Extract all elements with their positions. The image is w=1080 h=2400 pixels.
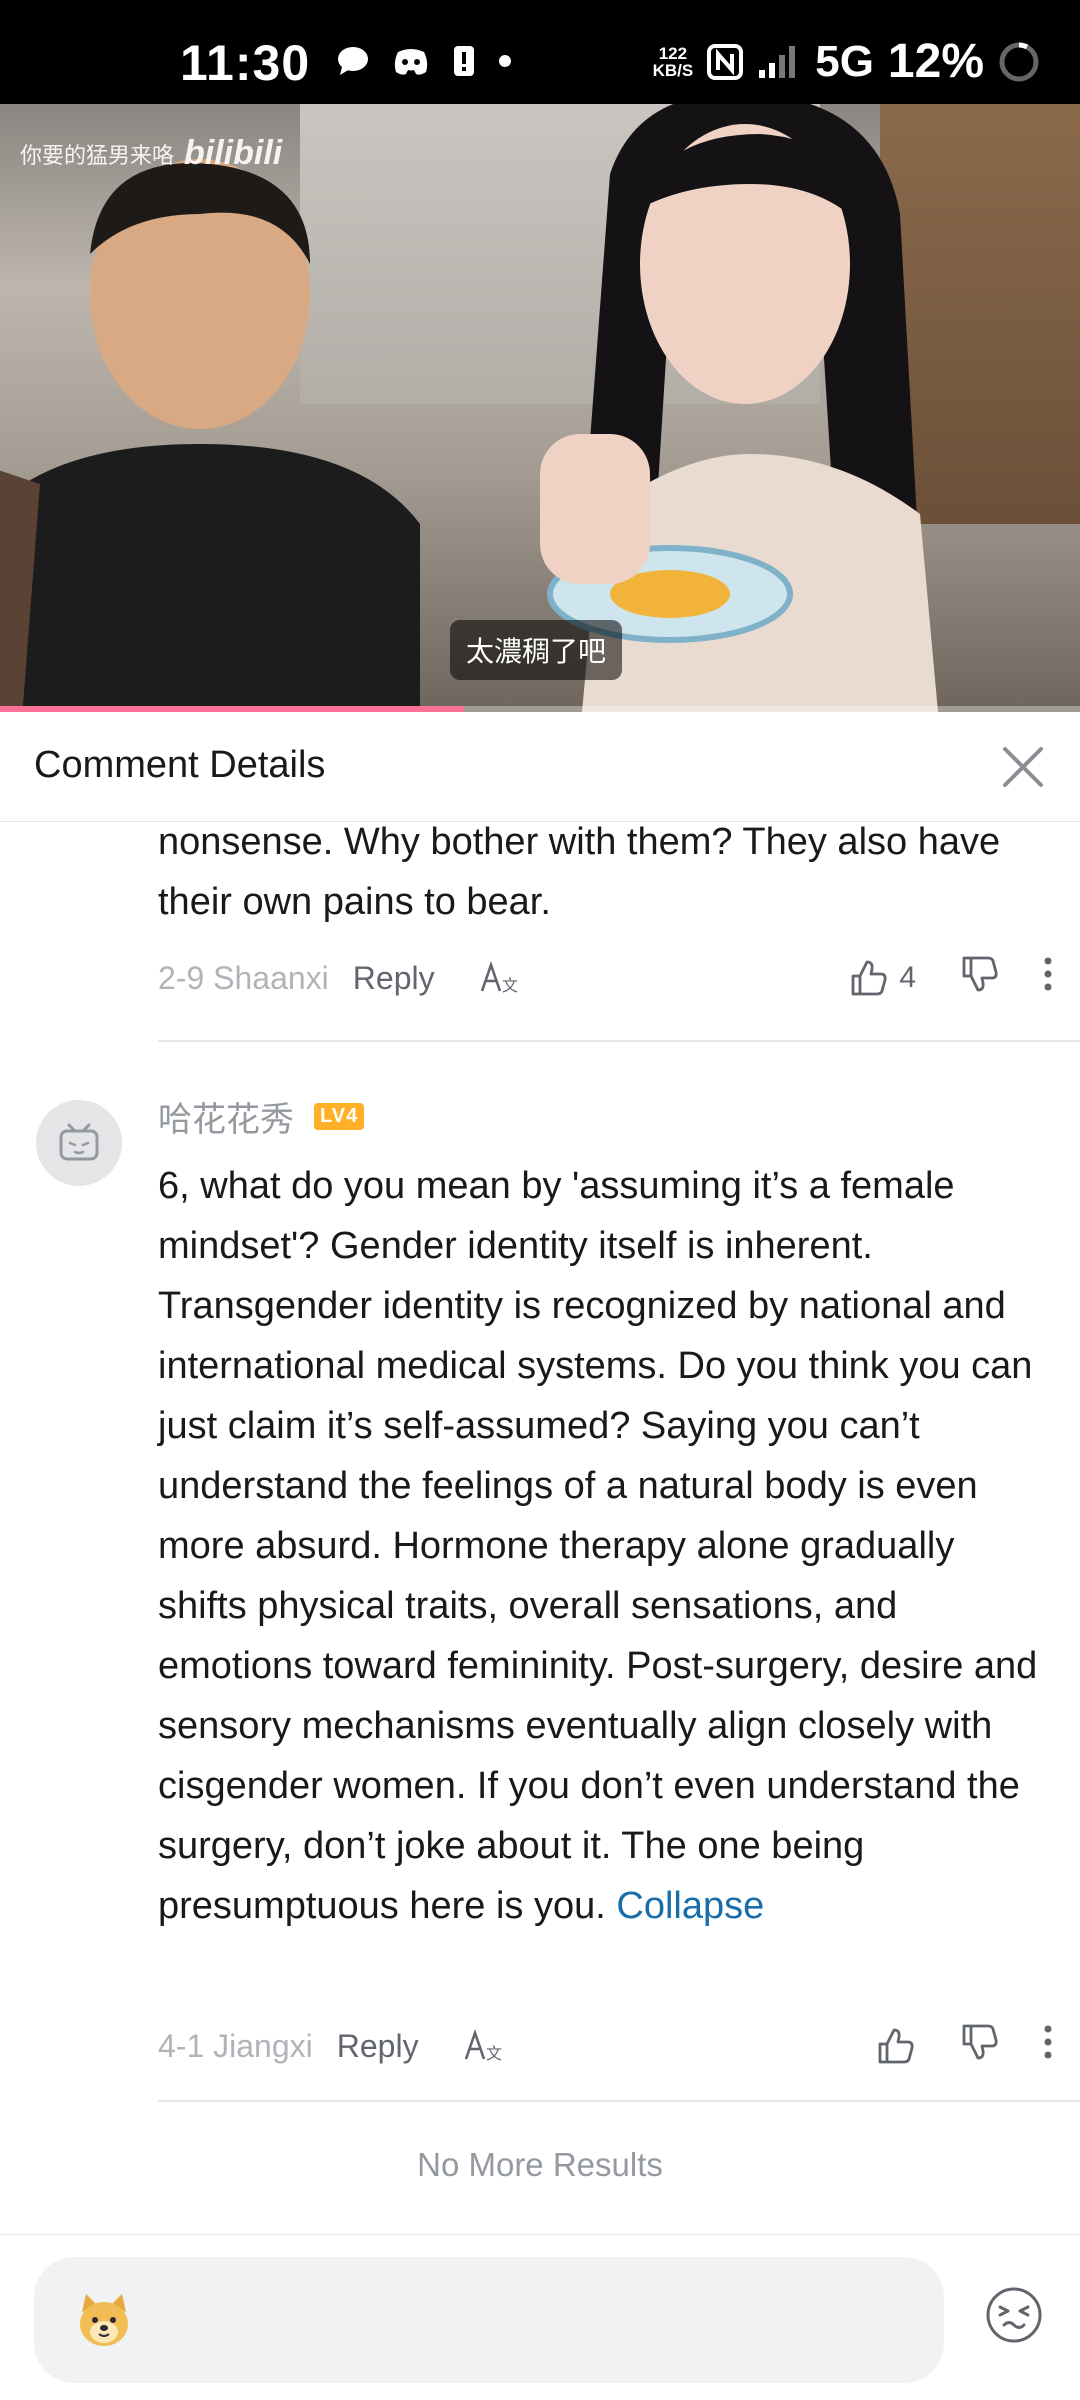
like-count: 4: [899, 961, 916, 994]
like-button[interactable]: 4: [849, 958, 916, 998]
like-button[interactable]: [876, 2026, 916, 2066]
comment-date: 2-9: [158, 959, 205, 996]
reply-button[interactable]: Reply: [353, 960, 435, 997]
username[interactable]: 哈花花秀: [158, 1092, 294, 1141]
network-type: 5G: [815, 36, 874, 86]
thumbs-up-icon: [851, 960, 887, 996]
notification-icons: [336, 44, 512, 78]
comment-date-location: 2-9 Shaanxi: [158, 960, 329, 997]
uploader-watermark: 你要的猛男来咯: [20, 142, 175, 168]
thumbs-down-icon: [962, 956, 998, 992]
comment-actions: 4: [849, 954, 1054, 1002]
discord-icon: [394, 49, 428, 75]
comment-meta: 4-1 Jiangxi Reply 文: [158, 2016, 1080, 2076]
more-vertical-icon: [1044, 2025, 1052, 2059]
reply-button[interactable]: Reply: [337, 2028, 419, 2065]
doge-sticker-icon: [80, 2294, 128, 2346]
comment-text-block: 6, what do you mean by 'assuming it’s a …: [158, 1156, 1048, 1936]
panel-title: Comment Details: [34, 744, 326, 786]
emoji-face-icon: [986, 2287, 1042, 2343]
video-subtitle: 太濃稠了吧: [450, 620, 623, 680]
thumbs-up-icon: [878, 2028, 914, 2064]
emoji-button[interactable]: [984, 2285, 1044, 2350]
more-vertical-icon: [1044, 957, 1052, 991]
comment-divider: [158, 2100, 1080, 2102]
level-badge: LV4: [314, 1103, 365, 1130]
status-time: 11:30: [180, 35, 311, 91]
chat-bubble-icon: [338, 47, 368, 75]
net-speed-value: 122: [658, 43, 688, 63]
dot-icon: [499, 55, 511, 67]
comment-input-bar: [0, 2234, 1080, 2400]
alert-icon: [454, 46, 474, 76]
bilibili-logo: bilibili: [184, 134, 283, 172]
dislike-button[interactable]: [960, 2022, 1000, 2070]
video-frame-person-left: [0, 159, 420, 712]
signal-icon: [759, 45, 796, 78]
comment-text: 6, what do you mean by 'assuming it’s a …: [158, 1165, 1038, 1927]
comment-location: Shaanxi: [213, 959, 329, 996]
close-icon: [1003, 747, 1043, 787]
battery-level: 12%: [887, 35, 984, 88]
svg-text:文: 文: [502, 976, 518, 995]
comment-panel-header: Comment Details: [0, 712, 1080, 822]
net-speed-unit: KB/S: [652, 60, 694, 80]
comment-input[interactable]: [34, 2257, 944, 2383]
more-options-button[interactable]: [1042, 2024, 1054, 2068]
translate-button[interactable]: 文: [463, 2029, 505, 2063]
translate-icon: 文: [480, 961, 518, 995]
default-avatar-icon: [59, 1123, 99, 1161]
video-player[interactable]: 你要的猛男来咯 bilibili 太濃稠了吧: [0, 104, 1080, 712]
status-bar: 11:30 122 KB/S 5G 12%: [0, 0, 1080, 104]
dislike-button[interactable]: [960, 954, 1000, 1002]
thumbs-down-icon: [962, 2024, 998, 2060]
video-watermark: 你要的猛男来咯 bilibili: [20, 134, 282, 173]
battery-ring-icon: [999, 42, 1039, 81]
comment-meta: 2-9 Shaanxi Reply 文 4: [158, 948, 1080, 1008]
more-options-button[interactable]: [1042, 956, 1054, 1000]
comment-date: 4-1: [158, 2027, 205, 2064]
status-right: 122 KB/S 5G 12%: [653, 34, 1040, 89]
comment-list[interactable]: nonsense. Why bother with them? They als…: [0, 822, 1080, 2234]
nfc-icon: [707, 43, 744, 80]
comment-text: nonsense. Why bother with them? They als…: [158, 822, 1001, 923]
net-speed: 122 KB/S: [653, 45, 694, 79]
translate-icon: 文: [464, 2029, 502, 2063]
comment-location: Jiangxi: [213, 2027, 313, 2064]
no-more-results: No More Results: [417, 2146, 663, 2183]
svg-text:文: 文: [486, 2044, 502, 2063]
close-button[interactable]: [988, 732, 1058, 802]
translate-button[interactable]: 文: [479, 961, 521, 995]
comment-divider: [158, 1040, 1080, 1042]
collapse-link[interactable]: Collapse: [616, 1885, 764, 1927]
comment-date-location: 4-1 Jiangxi: [158, 2028, 313, 2065]
avatar[interactable]: [36, 1100, 122, 1186]
comment-actions: [876, 2022, 1054, 2070]
comment-author: 哈花花秀 LV4: [158, 1092, 365, 1141]
